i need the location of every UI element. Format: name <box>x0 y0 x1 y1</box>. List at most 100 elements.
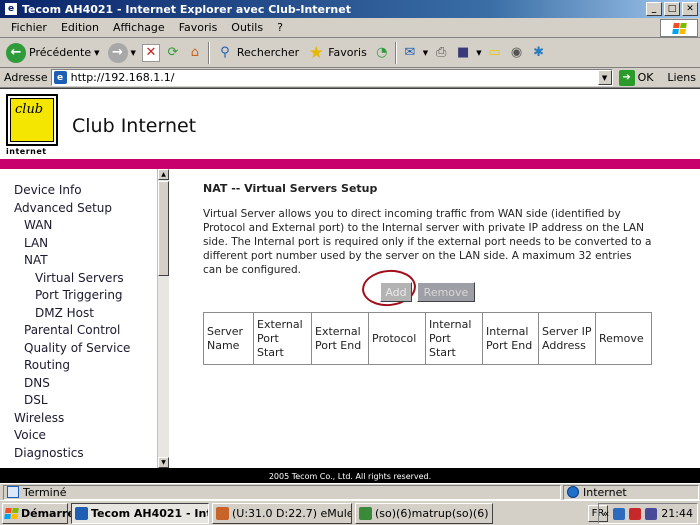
mail-icon[interactable]: ✉ <box>401 44 419 62</box>
page-done-icon <box>7 486 19 498</box>
chevron-down-icon[interactable]: ▼ <box>423 49 428 57</box>
nav-parental-control[interactable]: Parental Control <box>0 323 156 341</box>
ie-icon <box>75 506 88 520</box>
go-button[interactable]: ➔ OK <box>618 69 654 86</box>
nav-virtual-servers[interactable]: Virtual Servers <box>0 271 156 289</box>
col-internal-port-end: Internal Port End <box>482 312 539 365</box>
remove-button[interactable]: Remove <box>417 282 475 302</box>
status-zone: Internet <box>583 485 627 499</box>
nav-wireless[interactable]: Wireless <box>0 411 156 429</box>
network-icon[interactable] <box>613 507 626 520</box>
favorites-button[interactable]: ★ Favoris <box>305 41 369 65</box>
address-input[interactable]: e http://192.168.1.1/ ▼ <box>50 69 613 86</box>
page-title: NAT -- Virtual Servers Setup <box>203 182 378 195</box>
sidebar-scrollbar[interactable]: ▲ ▼ <box>157 169 169 468</box>
nav-routing[interactable]: Routing <box>0 358 156 376</box>
home-icon[interactable]: ⌂ <box>186 44 204 62</box>
edit-icon[interactable]: ■ <box>454 44 472 62</box>
star-icon: ★ <box>308 42 324 63</box>
refresh-icon[interactable]: ⟳ <box>164 44 182 62</box>
search-label: Rechercher <box>236 46 300 59</box>
nav-device-info[interactable]: Device Info <box>0 183 156 201</box>
nav-voice[interactable]: Voice <box>0 428 156 446</box>
scroll-up-icon[interactable]: ▲ <box>158 169 169 180</box>
print-icon[interactable]: ⎙ <box>432 44 450 62</box>
task-emule[interactable]: (U:31.0 D:22.7) eMule v0.... <box>212 502 352 524</box>
back-button[interactable]: ← Précédente ▼ <box>4 41 102 65</box>
task-label: (so)(6)matrup(so)(6) (*) (*) ... <box>375 506 492 520</box>
volume-icon[interactable] <box>645 507 658 520</box>
discuss-icon[interactable]: ◉ <box>508 44 526 62</box>
start-button[interactable]: Démarrer <box>2 502 80 524</box>
status-text-pane: Terminé <box>3 484 561 500</box>
club-internet-logo: club internet <box>6 94 62 156</box>
tray-expand-icon[interactable]: « <box>603 507 610 520</box>
menu-outils[interactable]: Outils <box>224 21 270 34</box>
nav-lan[interactable]: LAN <box>0 236 156 254</box>
nav-nat[interactable]: NAT <box>0 253 156 271</box>
windows-flag-icon <box>4 507 19 519</box>
window-title-bar[interactable]: e Tecom AH4021 - Internet Explorer avec … <box>0 0 700 18</box>
scroll-down-icon[interactable]: ▼ <box>158 457 169 468</box>
taskbar: Démarrer Tecom AH4021 - Int... (U:31.0 D… <box>0 500 700 525</box>
back-arrow-icon: ← <box>6 42 26 63</box>
antivirus-icon[interactable] <box>629 507 642 520</box>
chevron-down-icon[interactable]: ▼ <box>94 49 99 57</box>
stop-icon[interactable]: ✕ <box>141 43 160 62</box>
window-title: Tecom AH4021 - Internet Explorer avec Cl… <box>22 2 351 16</box>
col-server-ip-address: Server IP Address <box>538 312 596 365</box>
nav-diagnostics[interactable]: Diagnostics <box>0 446 156 464</box>
nav-dsl[interactable]: DSL <box>0 393 156 411</box>
col-remove: Remove <box>595 312 652 365</box>
close-button[interactable]: ✕ <box>682 2 698 16</box>
minimize-button[interactable]: _ <box>646 2 662 16</box>
menu-affichage[interactable]: Affichage <box>106 21 172 34</box>
task-chat[interactable]: (so)(6)matrup(so)(6) (*) (*) ... <box>355 502 493 524</box>
address-bar: Adresse e http://192.168.1.1/ ▼ ➔ OK Lie… <box>0 68 700 88</box>
maximize-button[interactable]: □ <box>664 2 680 16</box>
nav-menu: Device Info Advanced Setup WAN LAN NAT V… <box>0 183 156 463</box>
nav-wan[interactable]: WAN <box>0 218 156 236</box>
status-bar: Terminé Internet <box>0 483 700 500</box>
menu-edition[interactable]: Edition <box>54 21 106 34</box>
menu-fichier[interactable]: Fichier <box>4 21 54 34</box>
search-button[interactable]: ⚲ Rechercher <box>214 41 301 65</box>
note-icon[interactable]: ▭ <box>486 44 504 62</box>
clock[interactable]: 21:44 <box>661 507 693 520</box>
status-text: Terminé <box>23 485 67 499</box>
task-internet-explorer[interactable]: Tecom AH4021 - Int... <box>71 502 209 524</box>
chevron-down-icon[interactable]: ▼ <box>476 49 481 57</box>
nav-quality-of-service[interactable]: Quality of Service <box>0 341 156 359</box>
brand-name: Club Internet <box>72 115 197 137</box>
nav-dns[interactable]: DNS <box>0 376 156 394</box>
nav-advanced-setup[interactable]: Advanced Setup <box>0 201 156 219</box>
globe-icon <box>567 486 579 498</box>
links-button[interactable]: Liens <box>667 71 696 84</box>
messenger-icon[interactable]: ✱ <box>530 44 548 62</box>
history-icon[interactable]: ◔ <box>373 44 391 62</box>
toolbar-separator <box>207 41 210 64</box>
main-content: NAT -- Virtual Servers Setup Virtual Ser… <box>203 182 658 365</box>
toolbar: ← Précédente ▼ → ▼ ✕ ⟳ ⌂ ⚲ Rechercher ★ … <box>0 38 700 68</box>
chevron-down-icon[interactable]: ▼ <box>597 70 612 85</box>
col-external-port-end: External Port End <box>311 312 369 365</box>
address-label: Adresse <box>4 71 48 84</box>
virtual-servers-table: Server Name External Port Start External… <box>203 312 652 365</box>
forward-button[interactable]: → ▼ <box>106 41 138 65</box>
scroll-thumb[interactable] <box>158 181 169 276</box>
nav-dmz-host[interactable]: DMZ Host <box>0 306 156 324</box>
table-header-row: Server Name External Port Start External… <box>203 312 652 365</box>
page-footer: 2005 Tecom Co., Ltd. All rights reserved… <box>0 468 700 483</box>
menu-favoris[interactable]: Favoris <box>172 21 225 34</box>
go-arrow-icon: ➔ <box>618 69 635 86</box>
search-icon: ⚲ <box>220 45 230 60</box>
go-label: OK <box>637 71 654 84</box>
nav-port-triggering[interactable]: Port Triggering <box>0 288 156 306</box>
menu-help[interactable]: ? <box>270 21 290 34</box>
page-ie-icon: e <box>53 71 67 84</box>
back-label: Précédente <box>29 46 92 59</box>
add-button[interactable]: Add <box>380 282 412 302</box>
chevron-down-icon[interactable]: ▼ <box>131 49 136 57</box>
task-label: (U:31.0 D:22.7) eMule v0.... <box>232 506 352 520</box>
action-buttons: Add Remove <box>380 282 475 302</box>
